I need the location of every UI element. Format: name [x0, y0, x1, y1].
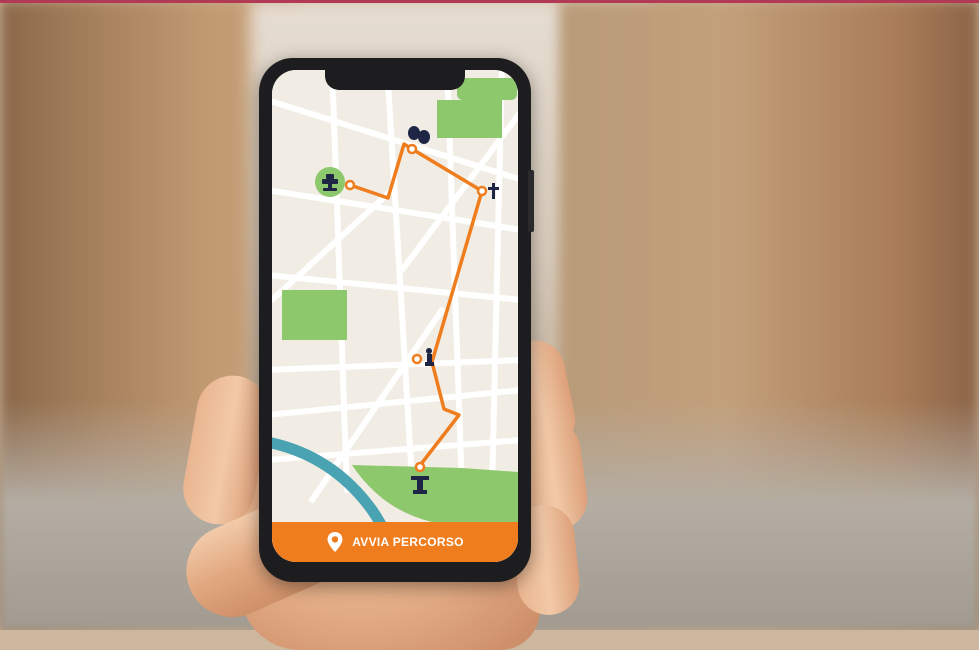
route-stop[interactable]: [414, 461, 426, 473]
route-stop[interactable]: [476, 185, 488, 197]
phone-notch: [325, 70, 465, 90]
city-map[interactable]: [272, 70, 518, 562]
phone-side-button: [528, 170, 534, 232]
route-stop[interactable]: [411, 353, 423, 365]
top-accent-line: [0, 0, 979, 3]
route-stop[interactable]: [406, 143, 418, 155]
park: [282, 290, 347, 340]
park: [437, 100, 502, 138]
map-pin-icon: [327, 532, 343, 552]
park: [457, 78, 517, 100]
phone-screen: AVVIA PERCORSO: [272, 70, 518, 562]
start-route-label: AVVIA PERCORSO: [352, 535, 464, 549]
route-stop[interactable]: [344, 179, 356, 191]
start-route-button[interactable]: AVVIA PERCORSO: [272, 522, 518, 562]
